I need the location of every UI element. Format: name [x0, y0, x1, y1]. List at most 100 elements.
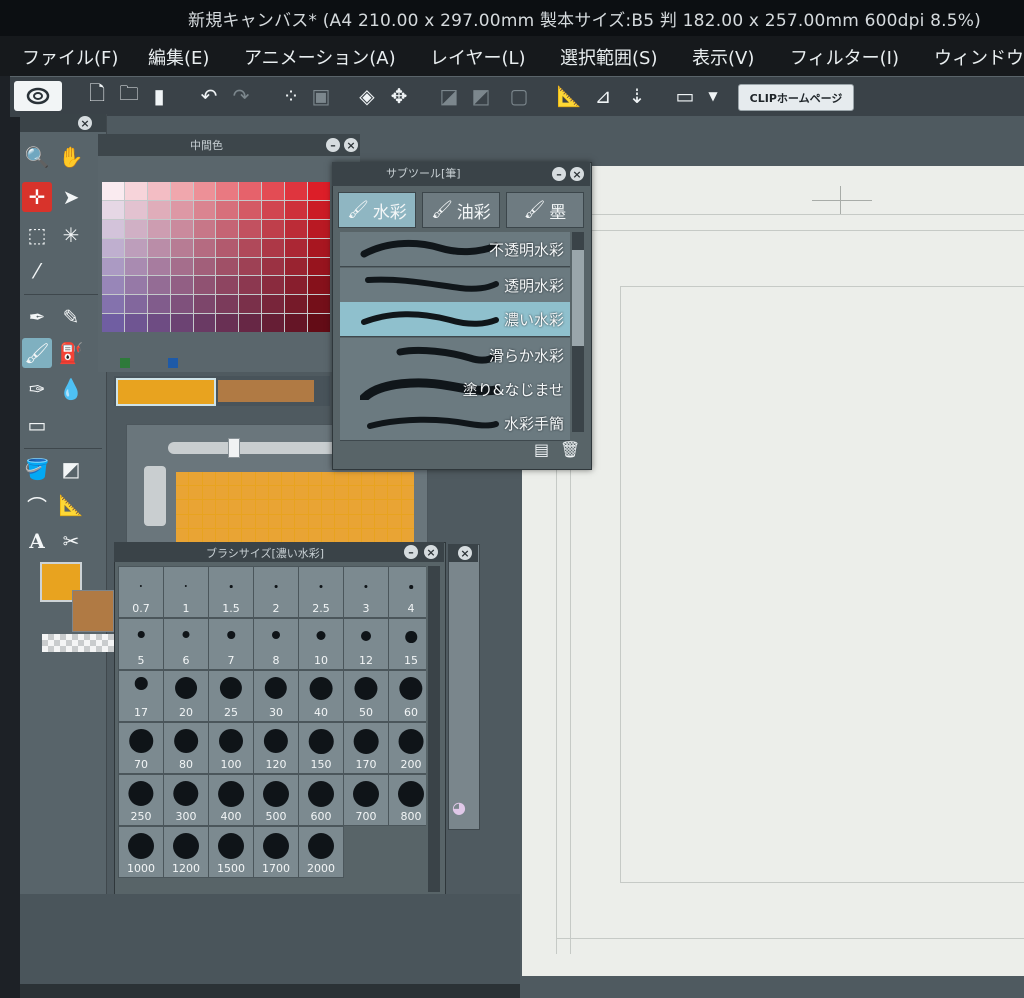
color-set-cell[interactable] [308, 486, 322, 500]
color-cell[interactable] [193, 295, 216, 314]
undo-icon[interactable]: ↶ [196, 83, 222, 109]
menu-layer[interactable]: レイヤー(L) [430, 44, 526, 70]
color-cell[interactable] [147, 200, 170, 219]
color-set-cell[interactable] [215, 486, 229, 500]
color-set-cell[interactable] [215, 500, 229, 514]
brush-size-cell[interactable]: 10 [298, 618, 344, 670]
color-set-cell[interactable] [282, 528, 295, 542]
redo-icon[interactable]: ↷ [228, 83, 254, 109]
color-cell[interactable] [124, 200, 147, 219]
move-layer-icon[interactable]: ✛ [22, 182, 52, 212]
brush-size-cell[interactable]: 1500 [208, 826, 254, 878]
color-cell[interactable] [170, 257, 193, 276]
auto-select-icon[interactable]: ✳ [56, 220, 86, 250]
pencil-icon[interactable]: ✎ [56, 302, 86, 332]
color-set-cell[interactable] [176, 500, 189, 514]
color-cell[interactable] [239, 200, 262, 219]
color-set-cell[interactable] [189, 500, 202, 514]
brush-size-cell[interactable]: 5 [118, 618, 164, 670]
brush-size-cell[interactable]: 2 [253, 566, 299, 618]
brush-item-selected[interactable]: 濃い水彩 [340, 302, 570, 337]
brush-size-cell[interactable]: 400 [208, 774, 254, 826]
color-cell[interactable] [193, 257, 216, 276]
color-set-cell[interactable] [255, 486, 268, 500]
brush-size-cell[interactable]: 4 [388, 566, 426, 618]
color-set-cell[interactable] [202, 472, 215, 486]
color-cell[interactable] [285, 238, 308, 257]
save-icon[interactable]: ▮ [146, 83, 172, 109]
color-cell[interactable] [262, 257, 285, 276]
color-cell[interactable] [147, 219, 170, 238]
minimize-icon[interactable]: – [552, 167, 566, 181]
color-set-grid[interactable] [176, 472, 414, 542]
transform-icon[interactable]: ✥ [386, 83, 412, 109]
color-set-cell[interactable] [229, 514, 242, 528]
perspective-ruler-icon[interactable]: ⊿ [590, 83, 616, 109]
color-set-cell[interactable] [189, 472, 202, 486]
fill-icon[interactable]: ◈ [354, 83, 380, 109]
color-set-cell[interactable] [322, 514, 335, 528]
corner-color-blue[interactable] [168, 358, 178, 368]
brush-size-cell[interactable]: 12 [343, 618, 389, 670]
brush-size-cell[interactable]: 120 [253, 722, 299, 774]
color-slider-knob[interactable] [228, 438, 240, 458]
color-set-cell[interactable] [361, 472, 375, 486]
brush-size-cell[interactable]: 500 [253, 774, 299, 826]
color-set-cell[interactable] [401, 514, 414, 528]
brush-size-cell[interactable]: 70 [118, 722, 164, 774]
color-cell[interactable] [193, 238, 216, 257]
color-set-cell[interactable] [295, 500, 308, 514]
color-set-cell[interactable] [215, 472, 229, 486]
color-set-cell[interactable] [189, 528, 202, 542]
close-icon[interactable]: × [458, 546, 472, 560]
color-set-cell[interactable] [375, 486, 388, 500]
fill-layer-icon[interactable]: ◩ [468, 83, 494, 109]
tab-watercolor[interactable]: 🖌 水彩 [338, 192, 416, 228]
balloon-icon[interactable]: ✂ [56, 526, 86, 556]
color-cell[interactable] [262, 219, 285, 238]
clear-icon[interactable]: ◪ [436, 83, 462, 109]
color-set-cell[interactable] [255, 500, 268, 514]
brush-size-cell[interactable]: 250 [118, 774, 164, 826]
brush-size-cell[interactable]: 1000 [118, 826, 164, 878]
menu-window[interactable]: ウィンドウ [934, 44, 1024, 70]
color-set-cell[interactable] [361, 528, 375, 542]
color-set-cell[interactable] [268, 486, 282, 500]
brush-size-cell[interactable]: 2.5 [298, 566, 344, 618]
strip-color-orange[interactable] [116, 378, 216, 406]
color-set-cell[interactable] [202, 500, 215, 514]
color-set-cell[interactable] [268, 514, 282, 528]
color-cell[interactable] [147, 238, 170, 257]
tab-ink[interactable]: 🖌 墨 [506, 192, 584, 228]
color-cell[interactable] [193, 219, 216, 238]
color-set-cell[interactable] [242, 500, 255, 514]
color-cell[interactable] [124, 314, 147, 332]
brush-size-cell[interactable]: 300 [163, 774, 209, 826]
color-set-cell[interactable] [255, 514, 268, 528]
pen-icon[interactable]: ✒ [22, 302, 52, 332]
color-cell[interactable] [285, 200, 308, 219]
close-icon[interactable]: × [570, 167, 584, 181]
color-cell[interactable] [262, 314, 285, 332]
brush-size-scrollbar[interactable] [428, 566, 440, 892]
eyedropper-icon[interactable]: ⁄ [22, 256, 52, 286]
app-logo-icon[interactable] [14, 81, 62, 111]
color-cell[interactable] [124, 257, 147, 276]
color-set-cell[interactable] [242, 486, 255, 500]
color-cell[interactable] [239, 219, 262, 238]
gradient-icon[interactable]: ◩ [56, 454, 86, 484]
color-set-cell[interactable] [388, 472, 401, 486]
color-cell[interactable] [262, 295, 285, 314]
color-cell[interactable] [124, 219, 147, 238]
brush-size-cell[interactable]: 6 [163, 618, 209, 670]
color-cell[interactable] [285, 182, 308, 200]
color-cell[interactable] [216, 219, 239, 238]
menu-selection[interactable]: 選択範囲(S) [560, 44, 657, 70]
menu-filter[interactable]: フィルター(I) [790, 44, 899, 70]
brush-size-cell[interactable]: 50 [343, 670, 389, 722]
menu-animation[interactable]: アニメーション(A) [244, 44, 396, 70]
intermediate-color-grid[interactable] [102, 182, 330, 332]
color-set-cell[interactable] [348, 472, 361, 486]
color-set-cell[interactable] [176, 472, 189, 486]
color-set-cell[interactable] [375, 500, 388, 514]
